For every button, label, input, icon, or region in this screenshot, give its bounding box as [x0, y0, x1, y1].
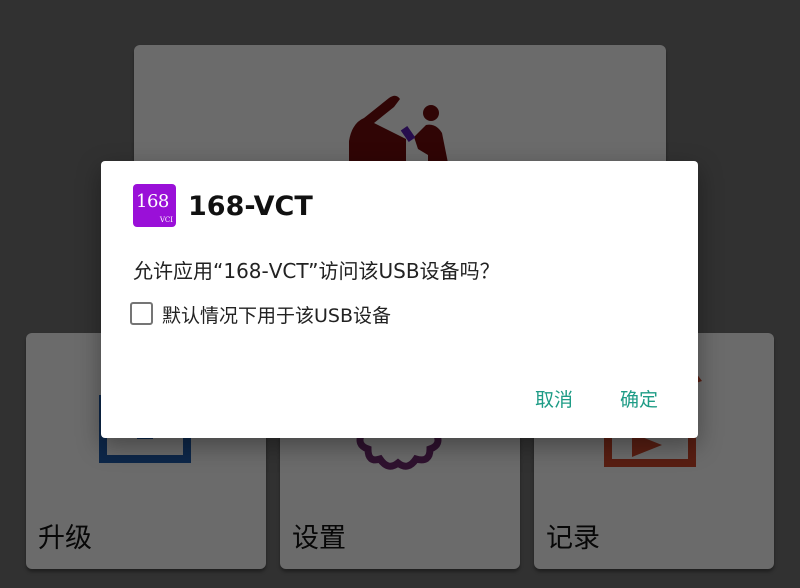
ok-button[interactable]: 确定: [616, 383, 662, 414]
default-usb-checkbox[interactable]: [130, 302, 153, 325]
dialog-title: 168-VCT: [188, 191, 313, 222]
app-icon-subtext: VCI: [159, 216, 173, 224]
app-icon: 168 VCI: [133, 184, 176, 227]
checkbox-label[interactable]: 默认情况下用于该USB设备: [162, 301, 391, 328]
app-icon-text: 168: [136, 191, 169, 212]
cancel-button[interactable]: 取消: [531, 383, 577, 414]
usb-permission-dialog: 168 VCI 168-VCT 允许应用“168-VCT”访问该USB设备吗？ …: [101, 161, 698, 438]
dialog-message: 允许应用“168-VCT”访问该USB设备吗？: [133, 259, 500, 283]
